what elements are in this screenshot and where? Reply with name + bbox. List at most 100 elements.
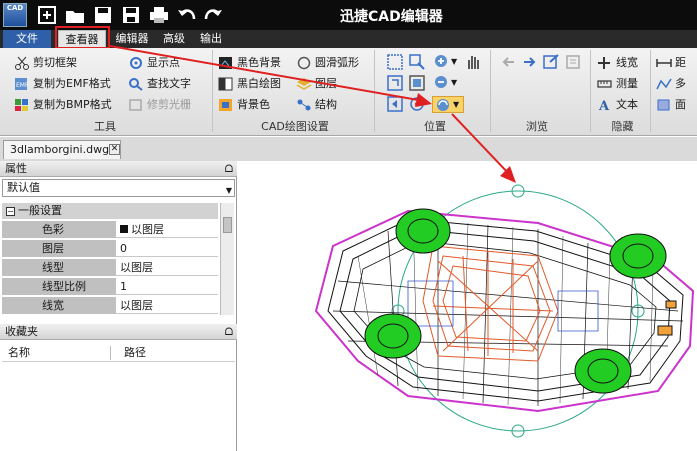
structure-button[interactable]: 结构 [296,96,337,114]
scrollbar-thumb[interactable] [223,217,232,233]
cut-frame-button[interactable]: 剪切框架 [14,54,77,72]
layers-label: 图层 [315,77,337,90]
black-background-button[interactable]: 黑色背景 [218,54,281,72]
headlight [657,325,673,336]
show-points-button[interactable]: 显示点 [128,54,180,72]
app-logo-icon[interactable]: CAD [3,3,27,27]
bw-drawing-icon [218,77,233,91]
save-as-icon[interactable] [120,4,142,26]
pages-icon[interactable] [564,53,582,71]
area-button[interactable]: 面 [656,96,686,114]
property-name: 线宽 [2,297,116,314]
pin-icon[interactable]: ᗝ [225,162,233,177]
rotate-3d-button[interactable]: ▼ [432,96,464,113]
bw-drawing-button[interactable]: 黑白绘图 [218,75,281,93]
document-tab[interactable]: 3dlamborgini.dwg ✕ [3,140,121,159]
property-row[interactable]: 色彩 以图层 [2,221,218,238]
title-bar: CAD 迅捷CAD编辑器 [0,0,697,30]
measure-icon [597,80,612,88]
favorites-title: 收藏夹 [5,325,38,338]
black-background-label: 黑色背景 [237,56,281,69]
emf-icon: EMF [15,78,29,90]
properties-scrollbar[interactable] [220,203,234,315]
browse-group-label: 浏览 [526,120,548,133]
orbit-view-icon[interactable] [408,95,426,113]
measure-label: 测量 [616,77,638,90]
background-color-label: 背景色 [237,98,270,111]
pin-icon[interactable]: ᗝ [225,325,233,340]
zoom-window-icon[interactable] [386,53,404,71]
ribbon-separator [590,50,591,132]
polyline-icon [656,78,672,90]
tools-group-label: 工具 [94,120,116,133]
line-width-button[interactable]: 线宽 [597,54,638,72]
save-icon[interactable] [92,4,114,26]
rotate-3d-icon [437,99,449,111]
zoom-in-icon[interactable] [433,53,451,71]
area-icon [657,99,670,111]
export-view-icon[interactable] [542,53,560,71]
zoom-extents-icon[interactable] [408,53,426,71]
trim-raster-button[interactable]: 修剪光栅 [128,96,191,114]
area-label: 面 [675,98,686,111]
polyline-button[interactable]: 多 [656,75,686,93]
forward-arrow-icon[interactable] [520,53,538,71]
menu-advanced[interactable]: 高级 [159,30,189,48]
print-icon[interactable] [148,4,170,26]
ribbon-separator [374,50,375,132]
pan-hand-icon[interactable] [464,53,482,71]
svg-text:EMF: EMF [16,82,29,89]
structure-icon [297,99,311,111]
zoom-out-icon[interactable] [433,74,451,92]
background-color-button[interactable]: 背景色 [218,96,270,114]
property-preset-select[interactable]: 默认值 ▼ [2,179,235,197]
property-row[interactable]: 线型 以图层 [2,259,218,276]
previous-view-icon[interactable] [386,95,404,113]
show-points-label: 显示点 [147,56,180,69]
property-name: 色彩 [2,221,116,238]
menu-viewer[interactable]: 查看器 [58,30,106,48]
column-path[interactable]: 路径 [124,344,146,362]
new-file-icon[interactable] [36,4,58,26]
chevron-down-icon: ▼ [225,186,232,195]
close-icon[interactable]: ✕ [109,144,120,155]
text-button[interactable]: A 文本 [597,96,638,114]
fit-view-icon[interactable] [408,74,426,92]
polyline-label: 多 [675,77,686,90]
column-name[interactable]: 名称 [8,344,30,362]
menu-file[interactable]: 文件 [3,30,51,48]
position-group-label: 位置 [424,120,446,133]
trim-raster-icon [129,99,142,111]
menu-editor[interactable]: 编辑器 [112,30,152,48]
measure-button[interactable]: 测量 [597,75,638,93]
open-folder-icon[interactable] [64,4,86,26]
property-row[interactable]: 线宽 以图层 [2,297,218,314]
collapse-icon[interactable]: − [6,207,15,216]
find-text-button[interactable]: 查找文字 [128,75,191,93]
property-row[interactable]: 图层 0 [2,240,218,257]
redo-icon[interactable] [202,4,224,26]
distance-button[interactable]: 距 [656,54,686,72]
zoom-out-dropdown-icon[interactable]: ▼ [451,78,457,87]
trim-raster-label: 修剪光栅 [147,98,191,111]
property-value: 以图层 [118,221,218,238]
headlight [665,300,677,309]
copy-bmp-button[interactable]: 复制为BMP格式 [14,96,112,114]
drawing-canvas[interactable] [238,161,697,451]
zoom-realtime-icon[interactable] [386,74,404,92]
property-name: 图层 [2,240,116,257]
color-swatch-icon [120,225,128,233]
smooth-arc-button[interactable]: 圆滑弧形 [296,54,359,72]
general-settings-group[interactable]: − 一般设置 [2,203,218,219]
zoom-in-dropdown-icon[interactable]: ▼ [451,57,457,66]
undo-icon[interactable] [176,4,198,26]
back-arrow-icon[interactable] [500,53,518,71]
black-background-icon [219,57,232,69]
layers-button[interactable]: 图层 [296,75,337,93]
menu-output[interactable]: 输出 [196,30,226,48]
distance-icon [656,59,672,67]
document-tab-strip: 3dlamborgini.dwg ✕ [0,137,697,161]
copy-emf-button[interactable]: EMF 复制为EMF格式 [14,75,111,93]
property-row[interactable]: 线型比例 1 [2,278,218,295]
cut-frame-label: 剪切框架 [33,56,77,69]
